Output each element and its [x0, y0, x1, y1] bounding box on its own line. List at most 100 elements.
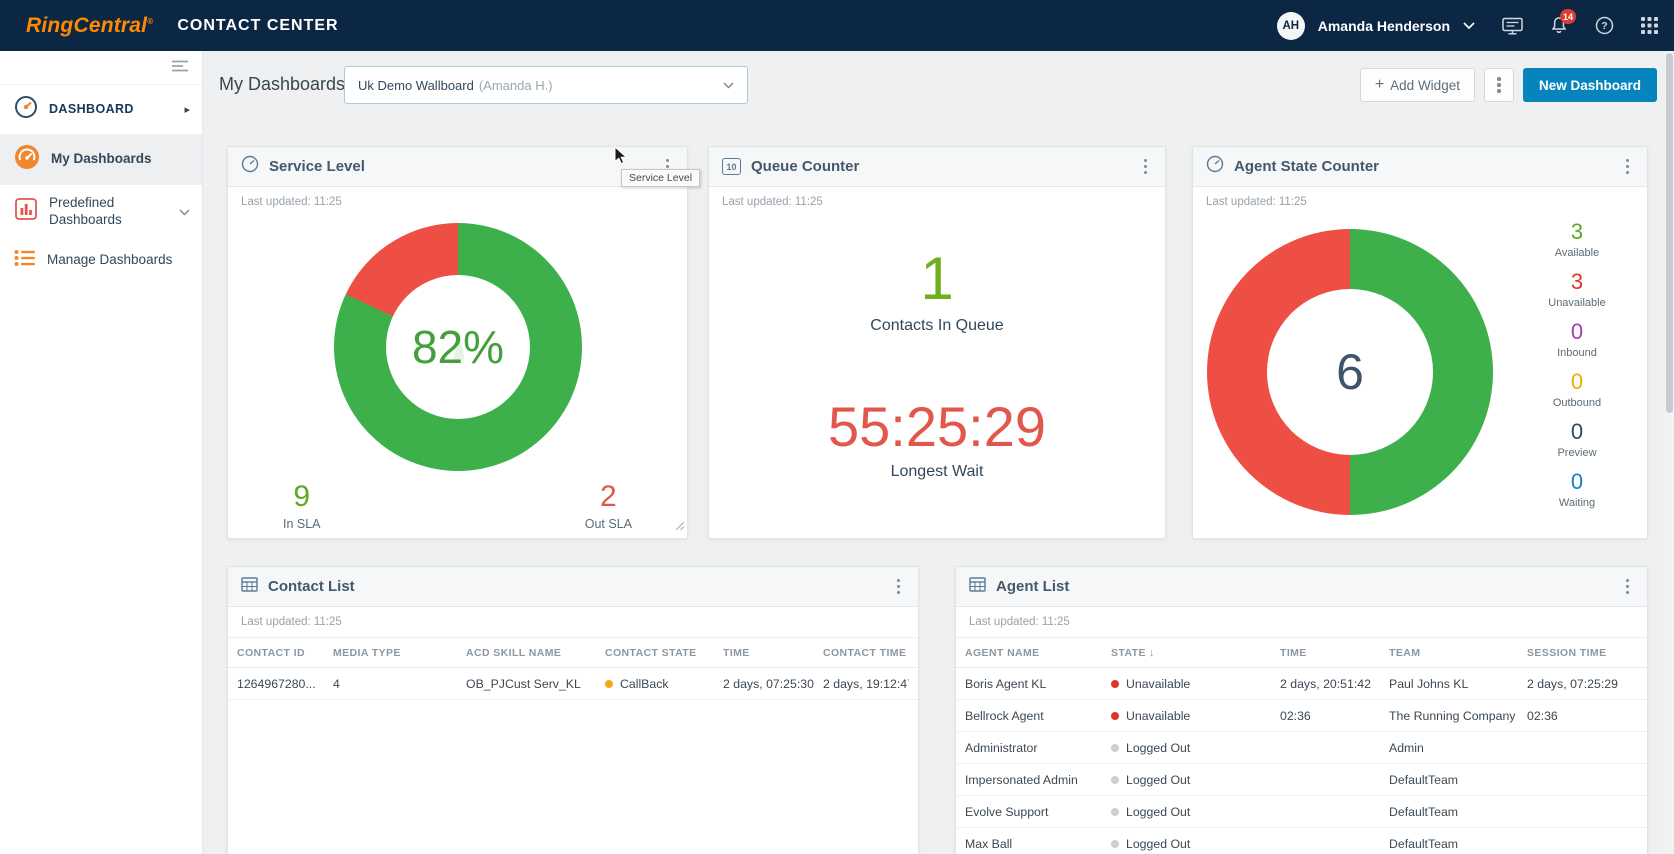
service-level-donut: 82% [334, 223, 582, 471]
sidebar-item-predefined-dashboards[interactable]: Predefined Dashboards [0, 185, 202, 239]
stat-label: Waiting [1558, 497, 1596, 509]
sidebar-item-label: DASHBOARD [49, 101, 134, 116]
notifications-bell-icon[interactable]: 14 [1550, 9, 1576, 35]
agent-row: Max Ball Logged Out DefaultTeam [956, 828, 1647, 854]
cell-agent-name: Administrator [965, 740, 1038, 755]
sidebar-item-manage-dashboards[interactable]: Manage Dashboards [0, 239, 202, 282]
state-text: Logged Out [1126, 740, 1191, 755]
state-dot [605, 679, 613, 688]
apps-grid-icon[interactable] [1641, 17, 1658, 34]
column-header-contact-state[interactable]: CONTACT STATE [605, 647, 723, 659]
agent-stat: 0 Outbound [1529, 369, 1625, 409]
cell-agent-name: Max Ball [965, 836, 1013, 851]
widget-title: Contact List [268, 578, 355, 595]
column-header-acd-skill-name[interactable]: ACD SKILL NAME [466, 647, 605, 659]
longest-wait-value: 55:25:29 [828, 395, 1046, 458]
service-level-widget: Service Level Last updated: 11:25 82% 9 … [227, 146, 688, 539]
column-header-media-type[interactable]: MEDIA TYPE [333, 647, 466, 659]
chevron-down-icon [179, 203, 190, 221]
vertical-scrollbar[interactable] [1665, 51, 1674, 854]
table-icon [241, 576, 258, 597]
out-sla-value: 2 [600, 480, 617, 513]
avatar[interactable]: AH [1276, 11, 1305, 40]
dashboard-gauge-icon [14, 95, 38, 124]
cell-session-time: 2 days, 07:25:29 [1527, 676, 1618, 691]
queue-counter-icon: 10 [722, 158, 741, 175]
add-widget-label: Add Widget [1390, 77, 1460, 93]
cell-agent-name: Boris Agent KL [965, 676, 1047, 691]
widget-menu-icon[interactable] [1621, 574, 1635, 600]
agent-total-value: 6 [1336, 344, 1364, 400]
column-header-contact-id[interactable]: CONTACT ID [237, 647, 333, 659]
agent-row: Administrator Logged Out Admin [956, 732, 1647, 764]
stat-label: Outbound [1552, 397, 1602, 409]
column-header-state[interactable]: STATE ↓ [1111, 647, 1280, 659]
cell-agent-name: Bellrock Agent [965, 708, 1044, 723]
wallboard-monitor-icon[interactable] [1502, 17, 1523, 35]
agent-state-counter-widget: Agent State Counter Last updated: 11:25 … [1192, 146, 1648, 539]
widget-menu-icon[interactable] [1139, 154, 1153, 180]
add-widget-button[interactable]: + Add Widget [1359, 68, 1475, 102]
cell-state: Logged Out [1111, 837, 1280, 851]
stat-value: 3 [1570, 269, 1584, 294]
state-dot [1111, 807, 1119, 816]
column-header-team[interactable]: TEAM [1389, 647, 1527, 659]
agent-stat: 3 Available [1529, 219, 1625, 259]
state-dot [1111, 743, 1119, 752]
queue-counter-widget: 10 Queue Counter Last updated: 11:25 1 C… [708, 146, 1166, 539]
column-header-agent-name[interactable]: AGENT NAME [965, 647, 1111, 659]
stat-value: 0 [1570, 469, 1584, 494]
user-menu-chevron-down-icon[interactable] [1463, 22, 1475, 29]
help-icon[interactable]: ? [1595, 16, 1614, 35]
my-dashboards-icon [14, 144, 40, 175]
cell-time: 02:36 [1280, 708, 1311, 723]
column-header-time[interactable]: TIME [723, 647, 823, 659]
chevron-down-icon [723, 81, 734, 89]
in-sla-label: In SLA [283, 517, 321, 531]
widget-menu-icon[interactable] [1621, 154, 1635, 180]
sidebar-item-label: Manage Dashboards [47, 251, 173, 267]
state-dot [1111, 839, 1119, 848]
last-updated-text: Last updated: 11:25 [722, 196, 823, 208]
topbar: RingCentral® CONTACT CENTER AH Amanda He… [0, 0, 1674, 51]
agent-stat: 3 Unavailable [1529, 269, 1625, 309]
cell-team: DefaultTeam [1389, 836, 1459, 851]
sidebar-item-my-dashboards[interactable]: My Dashboards [0, 134, 202, 185]
column-header-contact-time[interactable]: CONTACT TIME [823, 647, 909, 659]
widget-menu-icon[interactable] [892, 574, 906, 600]
cell-media-type: 4 [333, 676, 340, 691]
main-content: My Dashboards Uk Demo Wallboard (Amanda … [204, 51, 1665, 854]
column-label: STATE [1111, 646, 1146, 659]
last-updated-text: Last updated: 11:25 [228, 607, 918, 638]
sidebar-collapse-icon[interactable] [172, 59, 188, 77]
state-text: Unavailable [1126, 676, 1191, 691]
contact-list-widget: Contact List Last updated: 11:25 CONTACT… [227, 566, 919, 854]
user-name[interactable]: Amanda Henderson [1318, 18, 1450, 34]
stat-value: 3 [1570, 219, 1584, 244]
cell-team: Paul Johns KL [1389, 676, 1469, 691]
resize-handle[interactable] [675, 518, 685, 536]
agent-list-widget: Agent List Last updated: 11:25 AGENT NAM… [955, 566, 1648, 854]
stat-value: 0 [1570, 369, 1584, 394]
new-dashboard-button[interactable]: New Dashboard [1522, 68, 1657, 102]
brand-ring: Ring [26, 13, 74, 37]
scrollbar-thumb[interactable] [1666, 53, 1673, 413]
out-sla-label: Out SLA [584, 517, 632, 531]
last-updated-text: Last updated: 11:25 [956, 607, 1647, 638]
agent-stat: 0 Waiting [1529, 469, 1625, 509]
column-header-time[interactable]: TIME [1280, 647, 1389, 659]
in-sla-value: 9 [293, 480, 311, 513]
dashboard-options-button[interactable] [1483, 68, 1514, 102]
agent-state-gauge-icon [1206, 155, 1224, 178]
dashboard-select-value: Uk Demo Wallboard [358, 77, 474, 93]
dashboard-select[interactable]: Uk Demo Wallboard (Amanda H.) [344, 66, 748, 104]
sidebar-item-dashboard[interactable]: DASHBOARD ▸ [0, 85, 202, 134]
column-header-session-time[interactable]: SESSION TIME [1527, 647, 1638, 659]
ringcentral-logo[interactable]: RingCentral® [26, 14, 153, 38]
state-text: Logged Out [1126, 804, 1191, 819]
contacts-in-queue-label: Contacts In Queue [870, 317, 1004, 334]
agent-row: Impersonated Admin Logged Out DefaultTea… [956, 764, 1647, 796]
sidebar: DASHBOARD ▸ My Dashboards Predefined Das… [0, 51, 203, 854]
agent-row: Evolve Support Logged Out DefaultTeam [956, 796, 1647, 828]
cell-time: 2 days, 20:51:42 [1280, 676, 1371, 691]
